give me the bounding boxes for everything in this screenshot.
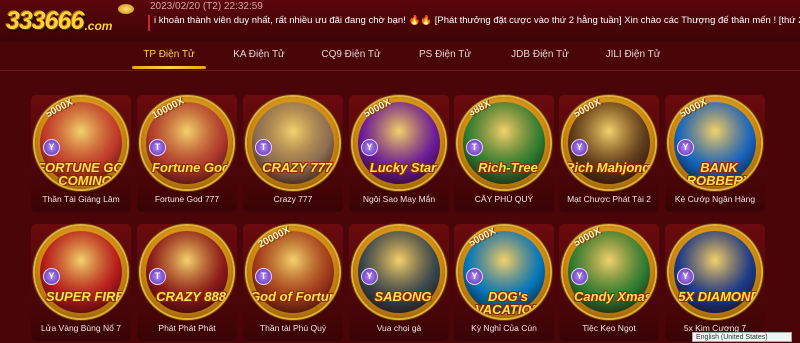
game-card[interactable]: 388X Rich-Tree T CÂY PHÚ QUÝ <box>454 95 554 212</box>
game-thumbnail: 5000X FORTUNE GOD COMING Y <box>35 97 127 189</box>
game-thumbnail: 5000X Candy Xmas Y <box>563 226 655 318</box>
provider-badge-icon: T <box>149 268 166 285</box>
game-logo-text: Rich-Tree <box>478 160 538 175</box>
game-logo-text: FORTUNE GOD COMING <box>37 160 127 188</box>
game-card[interactable]: 5X DIAMOND Y 5x Kim Cương 7 <box>665 224 765 341</box>
game-card[interactable]: 5000X Candy Xmas Y Tiệc Kẹo Ngọt <box>559 224 659 341</box>
game-thumbnail: CRAZY 777 T <box>247 97 339 189</box>
tab-jili[interactable]: JILI Điện Tử <box>588 49 678 60</box>
game-name: Crazy 777 <box>273 194 313 204</box>
game-logo-text: BANK ROBBERY <box>686 160 752 188</box>
game-name: Vua chọi gà <box>376 323 422 333</box>
top-bar: 333666 .com 2023/02/20 (T2) 22:32:59 i k… <box>0 0 800 42</box>
game-name: Mạt Chược Phát Tài 2 <box>567 194 651 204</box>
datetime: 2023/02/20 (T2) 22:32:59 <box>150 1 263 12</box>
game-logo-text: God of Fortune <box>250 289 339 304</box>
provider-badge-icon: Y <box>43 268 60 285</box>
game-logo-text: CRAZY 777 <box>262 160 332 175</box>
announcement-marquee: i khoản thành viên duy nhất, rất nhiều ư… <box>148 15 800 31</box>
game-thumbnail: 5000X BANK ROBBERY Y <box>669 97 761 189</box>
game-thumbnail: 5X DIAMOND Y <box>669 226 761 318</box>
game-thumbnail: 388X Rich-Tree T <box>458 97 550 189</box>
provider-badge-icon: Y <box>571 139 588 156</box>
tab-ka[interactable]: KA Điện Tử <box>214 49 304 60</box>
game-card[interactable]: 5000X Rich Mahjong 2 Y Mạt Chược Phát Tài 2 <box>559 95 659 212</box>
game-card[interactable]: 20000X God of Fortune T Thần tài Phú Quý <box>243 224 343 341</box>
game-card[interactable]: 5000X Lucky Star Y Ngôi Sao May Mắn <box>349 95 449 212</box>
game-thumbnail: CRAZY 888 T <box>141 226 233 318</box>
provider-tabs: TP Điện Tử KA Điện Tử CQ9 Điện Tử PS Điệ… <box>0 44 800 71</box>
provider-badge-icon: Y <box>571 268 588 285</box>
provider-badge-icon: T <box>255 139 272 156</box>
game-card[interactable]: SUPER FIRE Y Lửa Vàng Bùng Nổ 7 <box>31 224 131 341</box>
coin-icon <box>118 4 134 14</box>
provider-badge-icon: Y <box>43 139 60 156</box>
game-card[interactable]: SABONG Y Vua chọi gà <box>349 224 449 341</box>
tab-jdb[interactable]: JDB Điện Tử <box>495 49 585 60</box>
active-tab-indicator <box>132 66 206 69</box>
game-name: Kẻ Cướp Ngân Hàng <box>674 194 756 204</box>
game-logo-text: 5X DIAMOND <box>678 289 760 304</box>
game-logo-text: Lucky Star <box>369 160 437 175</box>
game-logo-text: SUPER FIRE <box>45 289 124 304</box>
tab-cq9[interactable]: CQ9 Điện Tử <box>306 49 396 60</box>
game-name: Thần Tài Giáng Lâm <box>42 194 120 204</box>
provider-badge-icon: T <box>255 268 272 285</box>
game-thumbnail: 20000X God of Fortune T <box>247 226 339 318</box>
game-logo-text: SABONG <box>374 289 432 304</box>
game-thumbnail: SUPER FIRE Y <box>35 226 127 318</box>
game-name: Kỳ Nghỉ Của Cún <box>471 323 537 333</box>
game-logo-text: Rich Mahjong 2 <box>564 160 655 175</box>
tab-ps[interactable]: PS Điện Tử <box>400 49 490 60</box>
game-card[interactable]: CRAZY 888 T Phát Phát Phát <box>137 224 237 341</box>
game-card[interactable]: 5000X DOG's VACATION Y Kỳ Nghỉ Của Cún <box>454 224 554 341</box>
game-logo-text: CRAZY 888 <box>156 289 226 304</box>
game-logo-text: DOG's VACATION <box>475 289 541 317</box>
game-thumbnail: 5000X Rich Mahjong 2Y <box>563 97 655 189</box>
provider-badge-icon: Y <box>466 268 483 285</box>
provider-badge-icon: Y <box>361 139 378 156</box>
game-card[interactable]: CRAZY 777 T Crazy 777 <box>243 95 343 212</box>
site-logo[interactable]: 333666 .com <box>6 4 146 38</box>
game-card[interactable]: 10000X Fortune God T Fortune God 777 <box>137 95 237 212</box>
game-thumbnail: 10000X Fortune God T <box>141 97 233 189</box>
game-name: Tiệc Kẹo Ngọt <box>582 323 636 333</box>
game-thumbnail: 5000X DOG's VACATION Y <box>458 226 550 318</box>
game-card[interactable]: 5000X FORTUNE GOD COMING Y Thần Tài Giáng L… <box>31 95 131 212</box>
game-name: Fortune God 777 <box>154 194 220 204</box>
tab-tp[interactable]: TP Điện Tử <box>124 49 214 60</box>
game-name: CÂY PHÚ QUÝ <box>474 194 534 204</box>
provider-badge-icon: Y <box>677 139 694 156</box>
logo-suffix: .com <box>84 19 113 33</box>
provider-badge-icon: Y <box>677 268 694 285</box>
game-thumbnail: SABONG Y <box>353 226 445 318</box>
game-name: Thần tài Phú Quý <box>259 323 327 333</box>
game-name: Ngôi Sao May Mắn <box>362 194 436 204</box>
game-logo-text: Candy Xmas <box>573 289 653 304</box>
game-thumbnail: 5000X Lucky Star Y <box>353 97 445 189</box>
provider-badge-icon: Y <box>361 268 378 285</box>
logo-text: 333666 <box>6 6 84 35</box>
provider-badge-icon: T <box>466 139 483 156</box>
game-name: Phát Phát Phát <box>158 323 216 333</box>
game-card[interactable]: 5000X BANK ROBBERY Y Kẻ Cướp Ngân Hàng <box>665 95 765 212</box>
game-logo-text: Fortune God <box>152 160 230 175</box>
game-name: Lửa Vàng Bùng Nổ 7 <box>41 323 121 333</box>
provider-badge-icon: T <box>149 139 166 156</box>
